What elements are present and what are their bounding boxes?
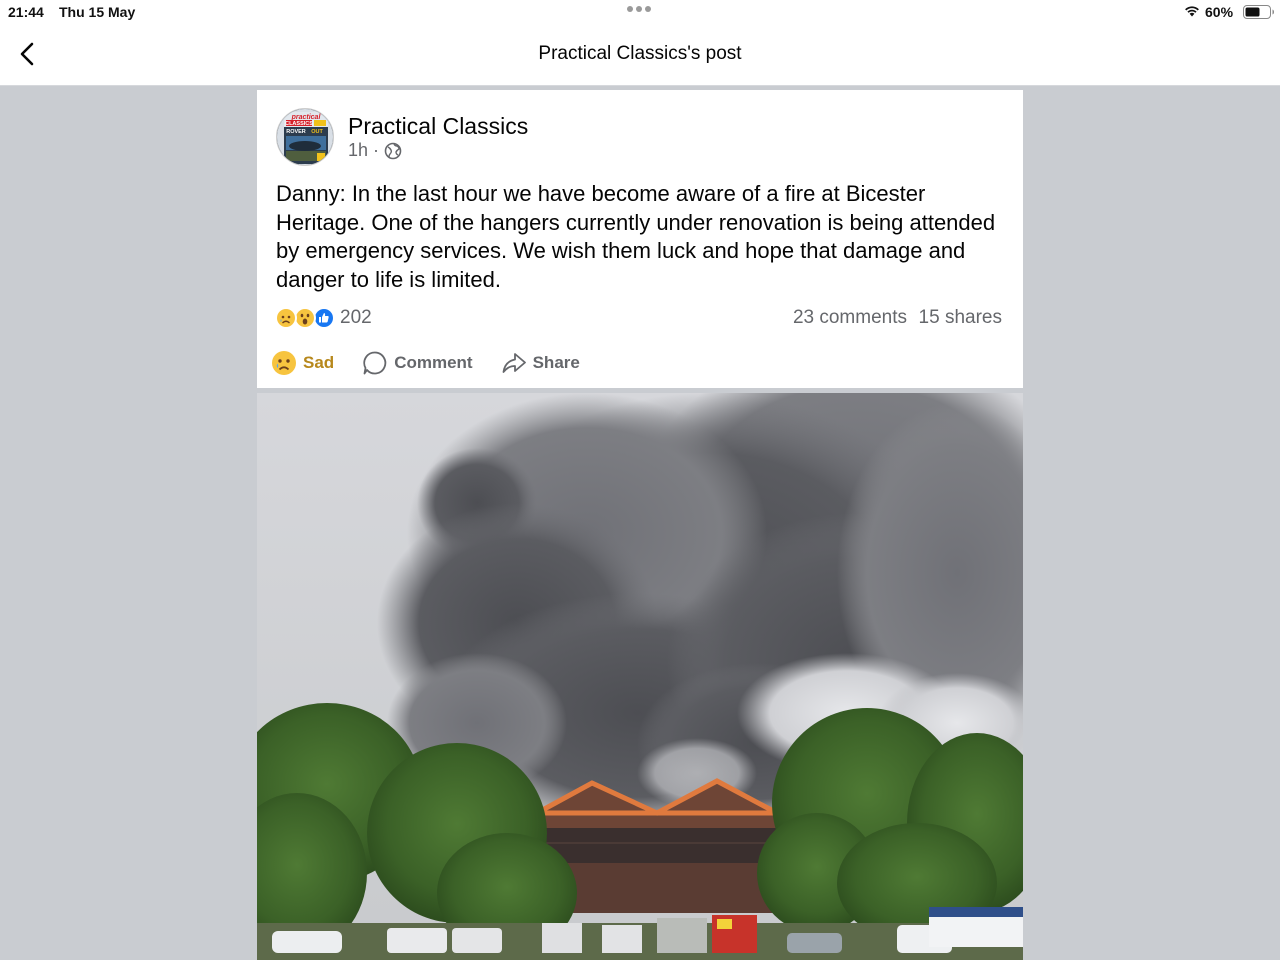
status-bar: 21:44 Thu 15 May 60% [0,0,1280,24]
share-arrow-icon [502,353,526,373]
svg-text:ROVER: ROVER [286,129,306,135]
post-meta: 1h · [348,140,402,161]
post-text: Danny: In the last hour we have become a… [276,181,996,292]
post-card: practical CLASSICS ROVER OUT Practical C… [257,90,1023,388]
like-reaction-icon [313,307,335,329]
comments-count-link[interactable]: 23 comments [793,307,907,329]
svg-text:CLASSICS: CLASSICS [285,121,313,127]
reaction-count: 202 [340,307,372,328]
page-name-link[interactable]: Practical Classics [348,113,528,140]
post-action-bar: Sad Comment Share [271,350,608,376]
comment-label: Comment [394,353,473,372]
status-date: Thu 15 May [59,4,136,20]
share-button[interactable]: Share [501,350,580,376]
post-timestamp[interactable]: 1h [348,140,368,161]
multitasking-dots-icon[interactable] [627,6,651,12]
sad-reaction-button[interactable]: Sad [271,350,334,376]
sad-face-icon [272,351,296,375]
comment-bubble-icon [363,351,387,375]
comment-button[interactable]: Comment [362,350,473,376]
battery-percentage: 60% [1205,4,1234,20]
shares-count-link[interactable]: 15 shares [919,307,1002,329]
sad-label: Sad [303,353,335,372]
avatar[interactable]: practical CLASSICS ROVER OUT [276,108,334,166]
page-title: Practical Classics's post [538,43,742,64]
svg-text:OUT: OUT [311,129,323,135]
wow-reaction-icon [294,307,316,329]
meta-separator: · [373,140,380,160]
svg-text:practical: practical [291,114,322,121]
fire-smoke-photo-image [257,393,1023,960]
share-label: Share [532,353,580,372]
status-time: 21:44 [8,4,44,20]
battery-icon [1243,5,1274,19]
globe-icon [384,142,402,159]
wifi-icon [1185,6,1199,17]
magazine-cover-image: practical CLASSICS ROVER OUT [277,109,333,165]
sad-reaction-icon [275,307,297,329]
post-photo[interactable] [257,393,1023,960]
reactions-summary[interactable]: 202 [275,307,372,329]
nav-header: Practical Classics's post [0,24,1280,86]
